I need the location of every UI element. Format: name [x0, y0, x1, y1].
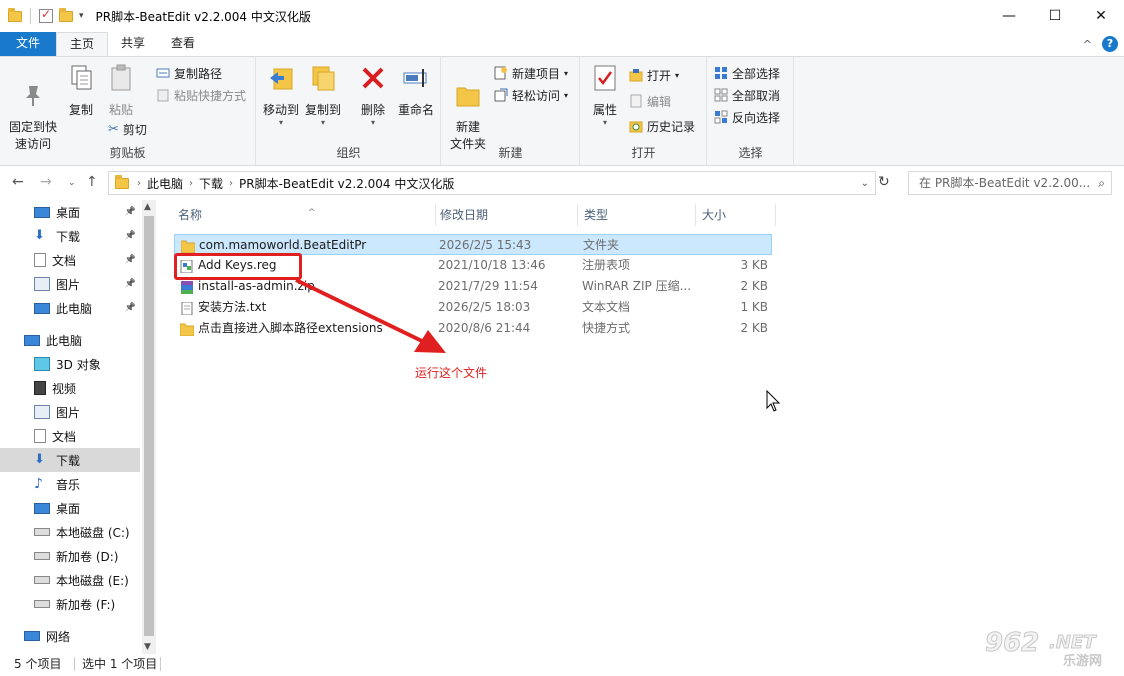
- annotation-label: 运行这个文件: [415, 366, 488, 380]
- status-bar: 5 个项目 选中 1 个项目: [0, 654, 1124, 676]
- annotation-arrow: [295, 278, 446, 353]
- selected-count: 选中 1 个项目: [82, 657, 158, 671]
- divider: [160, 657, 161, 671]
- watermark-number: 962: [984, 628, 1040, 659]
- divider: [74, 657, 75, 671]
- watermark-sub: 乐游网: [1063, 654, 1103, 669]
- watermark-logo: 962 .NET 乐游网: [984, 628, 1117, 672]
- mouse-cursor-icon: [766, 390, 781, 412]
- item-count: 5 个项目: [14, 657, 62, 671]
